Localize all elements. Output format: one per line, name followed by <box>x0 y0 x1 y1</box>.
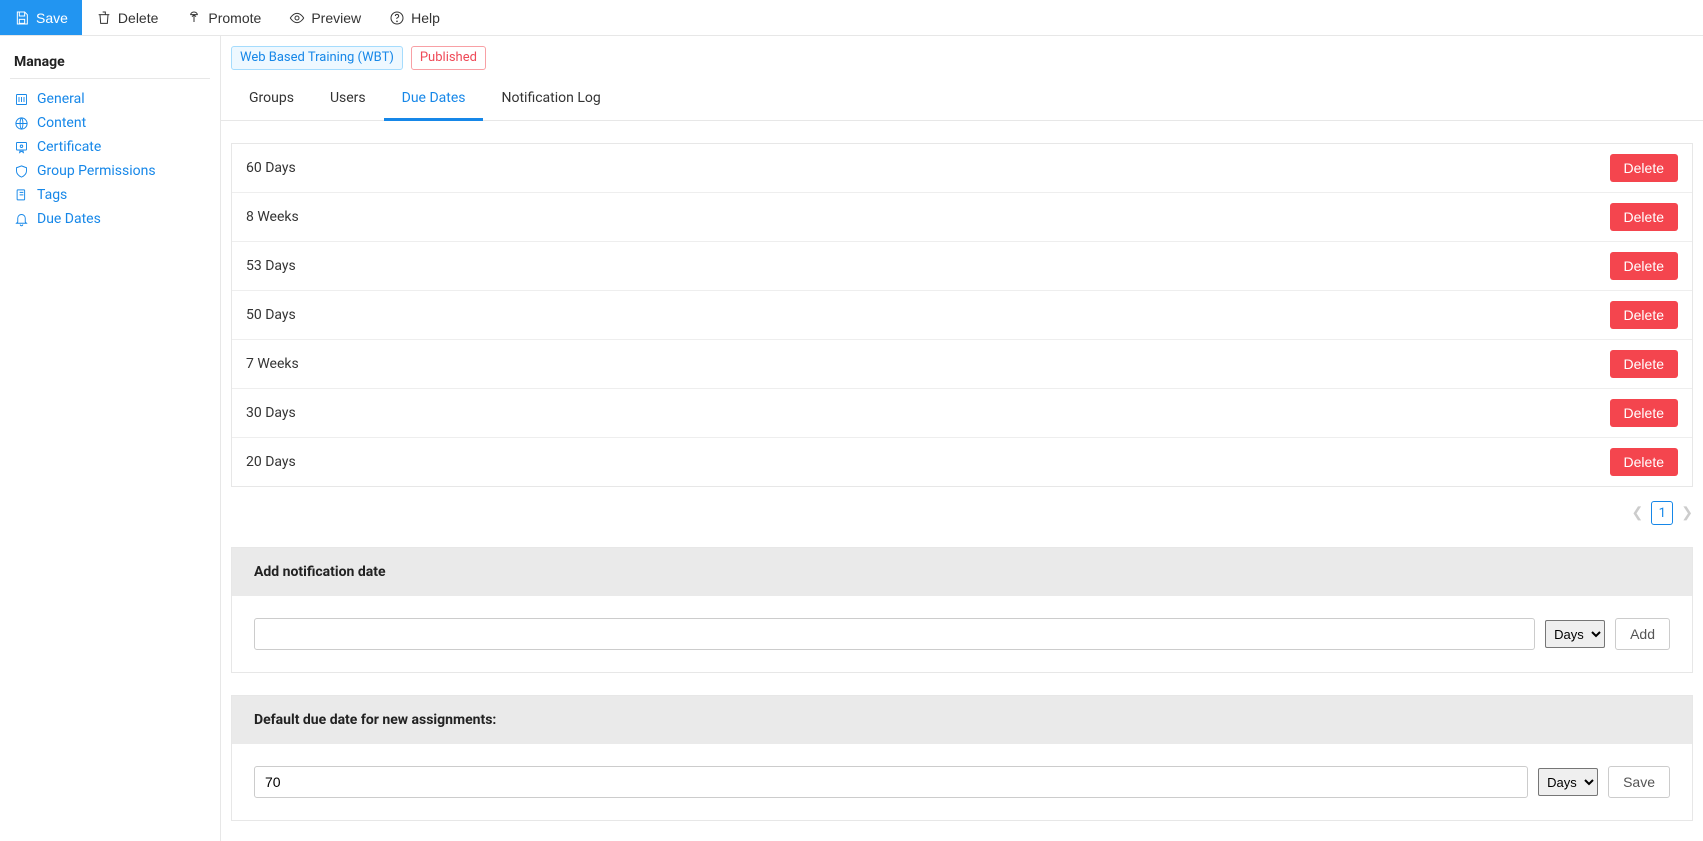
list-item: 60 Days Delete <box>232 144 1692 193</box>
sidebar-item-certificate[interactable]: Certificate <box>10 135 210 159</box>
delete-button-label: Delete <box>118 10 158 26</box>
help-button-label: Help <box>411 10 440 26</box>
notification-unit-select[interactable]: Days <box>1545 620 1605 648</box>
tab-groups[interactable]: Groups <box>231 80 312 120</box>
default-save-button[interactable]: Save <box>1608 766 1670 798</box>
slider-icon <box>14 92 29 107</box>
main-content: Web Based Training (WBT) Published Group… <box>220 36 1703 841</box>
add-notification-panel: Add notification date Days Add <box>231 547 1693 673</box>
bell-icon <box>14 212 29 227</box>
preview-button[interactable]: Preview <box>275 0 375 35</box>
save-button[interactable]: Save <box>0 0 82 35</box>
status-badge: Published <box>411 46 486 70</box>
pagination: ❮ 1 ❯ <box>221 487 1703 525</box>
help-icon <box>389 10 405 26</box>
list-item-label: 30 Days <box>246 405 296 421</box>
promote-button-label: Promote <box>208 10 261 26</box>
tab-bar: Groups Users Due Dates Notification Log <box>221 80 1703 121</box>
list-item-label: 8 Weeks <box>246 209 299 225</box>
row-delete-button[interactable]: Delete <box>1610 350 1678 378</box>
sidebar-item-label: Tags <box>37 187 67 203</box>
tag-icon <box>14 188 29 203</box>
tab-users[interactable]: Users <box>312 80 384 120</box>
save-button-label: Save <box>36 10 68 26</box>
globe-icon <box>14 116 29 131</box>
chevron-right-icon[interactable]: ❯ <box>1681 505 1693 521</box>
list-item: 7 Weeks Delete <box>232 340 1692 389</box>
default-unit-select[interactable]: Days <box>1538 768 1598 796</box>
list-item-label: 7 Weeks <box>246 356 299 372</box>
list-item-label: 50 Days <box>246 307 296 323</box>
certificate-icon <box>14 140 29 155</box>
list-item-label: 60 Days <box>246 160 296 176</box>
add-button[interactable]: Add <box>1615 618 1670 650</box>
sidebar-heading: Manage <box>10 48 210 79</box>
list-item: 20 Days Delete <box>232 438 1692 486</box>
trash-icon <box>96 10 112 26</box>
default-due-date-panel: Default due date for new assignments: Da… <box>231 695 1693 821</box>
row-delete-button[interactable]: Delete <box>1610 301 1678 329</box>
list-item-label: 53 Days <box>246 258 296 274</box>
sidebar-item-tags[interactable]: Tags <box>10 183 210 207</box>
list-item: 53 Days Delete <box>232 242 1692 291</box>
panel-heading: Add notification date <box>232 548 1692 596</box>
sidebar-item-label: Certificate <box>37 139 101 155</box>
default-due-date-input[interactable] <box>254 766 1528 798</box>
panel-heading: Default due date for new assignments: <box>232 696 1692 744</box>
list-item: 8 Weeks Delete <box>232 193 1692 242</box>
sidebar-item-content[interactable]: Content <box>10 111 210 135</box>
row-delete-button[interactable]: Delete <box>1610 203 1678 231</box>
eye-icon <box>289 10 305 26</box>
type-badge: Web Based Training (WBT) <box>231 46 403 70</box>
row-delete-button[interactable]: Delete <box>1610 399 1678 427</box>
list-item: 30 Days Delete <box>232 389 1692 438</box>
tab-notification-log[interactable]: Notification Log <box>483 80 618 120</box>
sidebar-item-label: Due Dates <box>37 211 101 227</box>
preview-button-label: Preview <box>311 10 361 26</box>
due-dates-list: 60 Days Delete 8 Weeks Delete 53 Days De… <box>231 143 1693 487</box>
chevron-left-icon[interactable]: ❮ <box>1632 505 1644 521</box>
sidebar-item-label: Content <box>37 115 86 131</box>
row-delete-button[interactable]: Delete <box>1610 252 1678 280</box>
sidebar-item-general[interactable]: General <box>10 87 210 111</box>
top-toolbar: Save Delete Promote Preview Help <box>0 0 1703 36</box>
help-button[interactable]: Help <box>375 0 454 35</box>
sidebar-item-label: General <box>37 91 85 107</box>
delete-button[interactable]: Delete <box>82 0 172 35</box>
sidebar-item-due-dates[interactable]: Due Dates <box>10 207 210 231</box>
promote-button[interactable]: Promote <box>172 0 275 35</box>
promote-icon <box>186 10 202 26</box>
row-delete-button[interactable]: Delete <box>1610 448 1678 476</box>
page-number[interactable]: 1 <box>1651 501 1673 525</box>
notification-value-input[interactable] <box>254 618 1535 650</box>
manage-sidebar: Manage General Content Certificate Group… <box>0 36 220 841</box>
row-delete-button[interactable]: Delete <box>1610 154 1678 182</box>
list-item: 50 Days Delete <box>232 291 1692 340</box>
tab-due-dates[interactable]: Due Dates <box>384 80 484 121</box>
save-icon <box>14 10 30 26</box>
list-item-label: 20 Days <box>246 454 296 470</box>
sidebar-item-group-permissions[interactable]: Group Permissions <box>10 159 210 183</box>
sidebar-item-label: Group Permissions <box>37 163 156 179</box>
shield-icon <box>14 164 29 179</box>
